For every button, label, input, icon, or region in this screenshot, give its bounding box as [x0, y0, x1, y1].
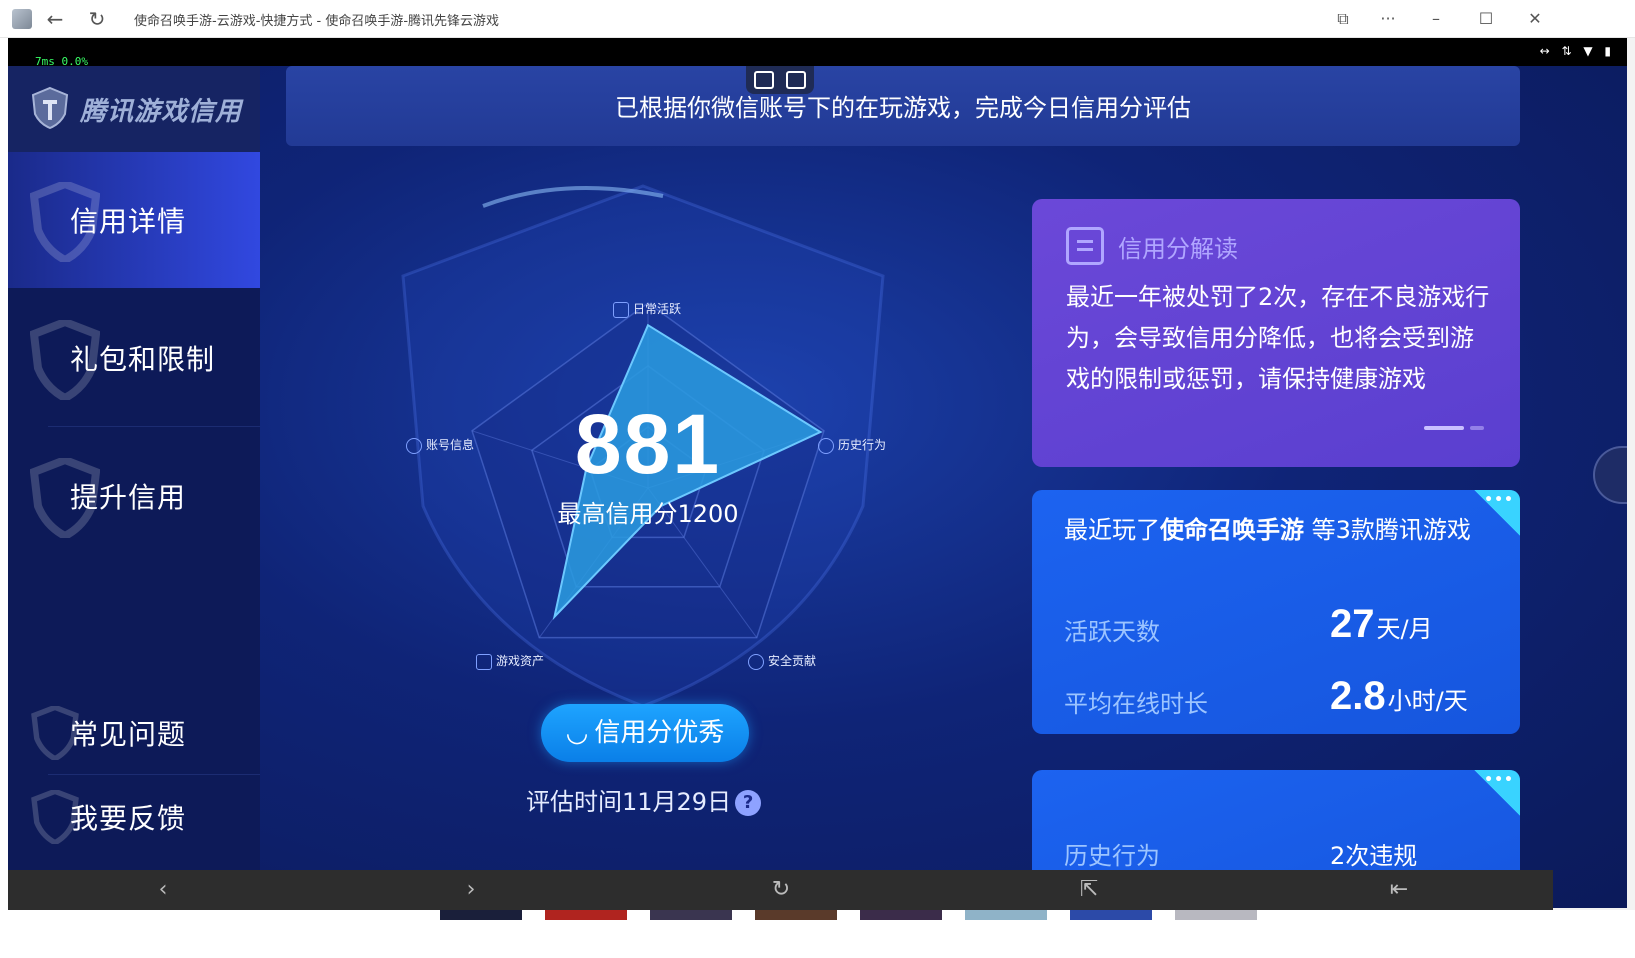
interpretation-card: 信用分解读 最近一年被处罚了2次，存在不良游戏行为，会导致信用分降低，也将会受到…: [1032, 199, 1520, 467]
overlay-controls: [746, 66, 814, 94]
stat-unit: 天/月: [1376, 615, 1433, 643]
stat-unit: 小时/天: [1387, 687, 1468, 715]
reload-icon[interactable]: ↻: [766, 876, 796, 904]
maximize-button[interactable]: ☐: [1471, 7, 1501, 31]
assessment-banner: 已根据你微信账号下的在玩游戏，完成今日信用分评估: [286, 66, 1520, 146]
calendar-icon: [613, 301, 629, 318]
taskbar-thumb[interactable]: [860, 910, 942, 920]
bottom-nav: ‹ › ↻ ⇱ ⇤: [8, 870, 1553, 910]
game-frame: 7ms 0.0% ↔ ⇅ ▼ ▮ 腾讯游戏信用 信用详情 礼包和限制 提升信用 …: [8, 38, 1627, 908]
axis-label-security: 安全贡献: [748, 652, 816, 670]
nav-forward-icon[interactable]: ›: [456, 876, 486, 904]
eval-time: 评估时间11月29日?: [526, 782, 762, 817]
stat-active-days: 活跃天数 27天/月: [1064, 602, 1494, 652]
sidebar-divider: [48, 426, 260, 427]
recent-headline: 最近玩了使命召唤手游 等3款腾讯游戏: [1064, 516, 1471, 544]
more-dots-icon: •••: [1484, 772, 1514, 788]
stat-label: 活跃天数: [1064, 618, 1160, 646]
rating-badge-label: 信用分优秀: [594, 718, 725, 748]
sidebar-item-label: 常见问题: [70, 718, 187, 751]
taskbar-thumb[interactable]: [440, 910, 522, 920]
status-bar: 7ms 0.0% ↔ ⇅ ▼ ▮: [8, 38, 1627, 68]
eval-time-label: 评估时间11月29日: [526, 788, 732, 816]
stat-value: 2.8: [1330, 674, 1386, 718]
sidebar-divider: [48, 774, 260, 775]
question-icon[interactable]: ?: [735, 790, 762, 816]
pager-dot-active: [1424, 426, 1464, 430]
interpretation-body: 最近一年被处罚了2次，存在不良游戏行为，会导致信用分降低，也将会受到游戏的限制或…: [1066, 283, 1490, 393]
window-title: 使命召唤手游-云游戏-快捷方式 - 使命召唤手游-腾讯先锋云游戏: [134, 14, 500, 29]
rating-badge[interactable]: ◡ 信用分优秀: [541, 704, 749, 762]
document-icon: [1066, 227, 1104, 265]
sidebar-item-label: 礼包和限制: [70, 343, 216, 376]
refresh-icon[interactable]: ↻: [84, 7, 110, 31]
sidebar-item-label: 我要反馈: [70, 802, 187, 835]
sidebar-item-improve-credit[interactable]: 提升信用: [8, 428, 260, 564]
browser-titlebar: ← ↻ 使命召唤手游-云游戏-快捷方式 - 使命召唤手游-腾讯先锋云游戏 ⧉ ·…: [0, 0, 1635, 38]
asset-box-icon: [476, 653, 492, 670]
taskbar-thumb[interactable]: [650, 910, 732, 920]
axis-label-assets: 游戏资产: [476, 652, 544, 670]
smile-icon: ◡: [565, 718, 589, 748]
record-icon[interactable]: [786, 71, 806, 89]
card-pager[interactable]: [1424, 415, 1490, 434]
shield-icon: [748, 653, 764, 670]
more-dots-icon: •••: [1484, 492, 1514, 508]
history-row: 历史行为 2次违规: [1064, 826, 1494, 876]
screen-switch-icon[interactable]: [754, 71, 774, 89]
credit-score: 881: [574, 397, 722, 491]
more-icon[interactable]: ···: [1373, 7, 1403, 31]
cast-icon[interactable]: ⧉: [1328, 7, 1358, 31]
sidebar-item-faq[interactable]: 常见问题: [8, 692, 260, 774]
back-arrow-icon[interactable]: ←: [42, 7, 68, 31]
close-button[interactable]: ✕: [1520, 7, 1550, 31]
side-drawer-handle[interactable]: [1593, 446, 1627, 504]
sidebar-item-label: 信用详情: [70, 205, 187, 238]
sidebar-item-credit-details[interactable]: 信用详情: [8, 152, 260, 288]
taskbar-thumb[interactable]: [1070, 910, 1152, 920]
interpretation-title: 信用分解读: [1118, 235, 1238, 263]
stat-avg-online: 平均在线时长 2.8小时/天: [1064, 674, 1494, 724]
logo-text: 腾讯游戏信用: [80, 97, 243, 127]
max-score-label: 最高信用分1200: [557, 500, 739, 528]
sidebar-item-label: 提升信用: [70, 481, 187, 514]
logo: 腾讯游戏信用: [8, 66, 260, 152]
taskbar-thumb[interactable]: [1175, 910, 1257, 920]
sidebar: 腾讯游戏信用 信用详情 礼包和限制 提升信用 常见问题 我要反馈: [8, 66, 260, 908]
share-icon[interactable]: ⇱: [1074, 876, 1104, 904]
stat-value: 27: [1330, 602, 1375, 646]
history-value: 2次违规: [1330, 842, 1418, 870]
banner-text: 已根据你微信账号下的在玩游戏，完成今日信用分评估: [615, 94, 1191, 122]
more-corner[interactable]: •••: [1474, 770, 1520, 816]
taskbar-thumb[interactable]: [755, 910, 837, 920]
axis-label-daily-active: 日常活跃: [613, 300, 681, 318]
sidebar-item-gifts-limits[interactable]: 礼包和限制: [8, 290, 260, 426]
taskbar-thumb[interactable]: [965, 910, 1047, 920]
app-icon: [12, 9, 32, 29]
taskbar-strip: [0, 910, 1635, 958]
pager-dot: [1470, 426, 1484, 430]
exit-icon[interactable]: ⇤: [1384, 876, 1414, 904]
recent-game-name: 使命召唤手游: [1160, 516, 1304, 544]
history-label: 历史行为: [1064, 842, 1160, 870]
system-status-icons: ↔ ⇅ ▼ ▮: [1539, 44, 1615, 58]
sidebar-item-feedback[interactable]: 我要反馈: [8, 776, 260, 858]
stat-label: 平均在线时长: [1064, 690, 1208, 718]
shield-logo-icon: [31, 86, 69, 130]
taskbar-thumb[interactable]: [545, 910, 627, 920]
credit-app: 腾讯游戏信用 信用详情 礼包和限制 提升信用 常见问题 我要反馈 已根据你微信账…: [8, 66, 1627, 908]
minimize-button[interactable]: –: [1421, 7, 1451, 31]
nav-back-icon[interactable]: ‹: [148, 876, 178, 904]
recent-games-card[interactable]: ••• 最近玩了使命召唤手游 等3款腾讯游戏 活跃天数 27天/月 平均在线时长…: [1032, 490, 1520, 734]
